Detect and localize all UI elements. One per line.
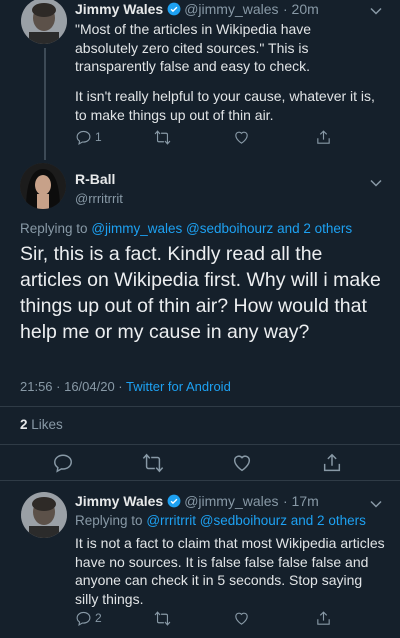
tweet-text-p1: "Most of the articles in Wikipedia have … xyxy=(75,21,312,74)
replying-to: Replying to @jimmy_wales @sedboihourz an… xyxy=(20,221,353,236)
verified-badge-icon xyxy=(167,2,181,21)
tweet-meta: 21:56 · 16/04/20 · Twitter for Android xyxy=(20,379,231,394)
replying-to-users-link[interactable]: @rrritrrit @sedboihourz xyxy=(146,513,287,528)
retweet-button[interactable] xyxy=(153,610,172,627)
reply-button[interactable]: 1 xyxy=(75,129,102,146)
retweet-button[interactable] xyxy=(141,452,165,474)
share-icon xyxy=(315,610,332,627)
avatar[interactable] xyxy=(20,163,66,209)
author-name[interactable]: R-Ball xyxy=(75,171,115,187)
reply-count: 1 xyxy=(95,130,102,144)
retweet-button[interactable] xyxy=(153,129,172,146)
chevron-down-icon[interactable] xyxy=(369,4,383,18)
reply-button[interactable] xyxy=(52,452,74,474)
replying-to-others-link[interactable]: and 2 others xyxy=(277,221,352,236)
tweet-r-ball-focused[interactable]: R-Ball @rrritrrit Replying to @jimmy_wal… xyxy=(0,160,400,480)
reply-icon xyxy=(52,452,74,474)
like-button[interactable] xyxy=(233,610,250,627)
heart-icon xyxy=(231,452,253,474)
tweet-actions: 2 xyxy=(75,609,375,627)
likes-stat[interactable]: 2 Likes xyxy=(20,417,63,432)
tweet-time[interactable]: · 20m xyxy=(283,1,319,17)
verified-badge-icon xyxy=(167,494,181,513)
divider xyxy=(0,444,400,445)
tweet-text: It is not a fact to claim that most Wiki… xyxy=(75,535,385,607)
avatar[interactable] xyxy=(21,0,67,44)
replying-to: Replying to @rrritrrit @sedboihourz and … xyxy=(75,513,366,528)
replying-to-users-link[interactable]: @jimmy_wales @sedboihourz xyxy=(91,221,273,236)
heart-icon xyxy=(233,610,250,627)
author-handle[interactable]: @jimmy_wales xyxy=(184,1,278,17)
tweet-text-p2: It isn't really helpful to your cause, w… xyxy=(75,88,375,123)
heart-icon xyxy=(233,129,250,146)
reply-icon xyxy=(75,610,92,627)
share-button[interactable] xyxy=(321,452,343,474)
tweet-text: Sir, this is a fact. Kindly read all the… xyxy=(20,243,381,343)
tweet-timestamp[interactable]: 21:56 · 16/04/20 · xyxy=(20,379,123,394)
retweet-icon xyxy=(153,610,172,627)
like-button[interactable] xyxy=(231,452,253,474)
share-button[interactable] xyxy=(315,610,332,627)
share-icon xyxy=(321,452,343,474)
tweet-actions xyxy=(0,452,400,476)
thread-line xyxy=(44,48,46,160)
reply-button[interactable]: 2 xyxy=(75,610,102,627)
tweet-client-link[interactable]: Twitter for Android xyxy=(126,379,231,394)
author-name[interactable]: Jimmy Wales xyxy=(75,493,163,509)
share-button[interactable] xyxy=(315,129,332,146)
author-handle[interactable]: @jimmy_wales xyxy=(184,493,278,509)
retweet-icon xyxy=(141,452,165,474)
tweet-actions: 1 xyxy=(75,128,375,146)
author-handle[interactable]: @rrritrrit xyxy=(75,191,123,206)
author-name[interactable]: Jimmy Wales xyxy=(75,1,163,17)
likes-label: Likes xyxy=(31,417,63,432)
tweet-jimmy-wales-2[interactable]: Jimmy Wales @jimmy_wales · 17m Replying t… xyxy=(0,481,400,638)
reply-icon xyxy=(75,129,92,146)
avatar[interactable] xyxy=(21,492,67,538)
share-icon xyxy=(315,129,332,146)
likes-count: 2 xyxy=(20,417,28,432)
reply-count: 2 xyxy=(95,611,102,625)
tweet-jimmy-wales-1[interactable]: Jimmy Wales @jimmy_wales · 20m "Most of t… xyxy=(0,0,400,160)
tweet-time[interactable]: · 17m xyxy=(283,493,319,509)
like-button[interactable] xyxy=(233,129,250,146)
retweet-icon xyxy=(153,129,172,146)
chevron-down-icon[interactable] xyxy=(369,176,383,190)
replying-to-others-link[interactable]: and 2 others xyxy=(291,513,366,528)
chevron-down-icon[interactable] xyxy=(369,497,383,511)
divider xyxy=(0,406,400,407)
